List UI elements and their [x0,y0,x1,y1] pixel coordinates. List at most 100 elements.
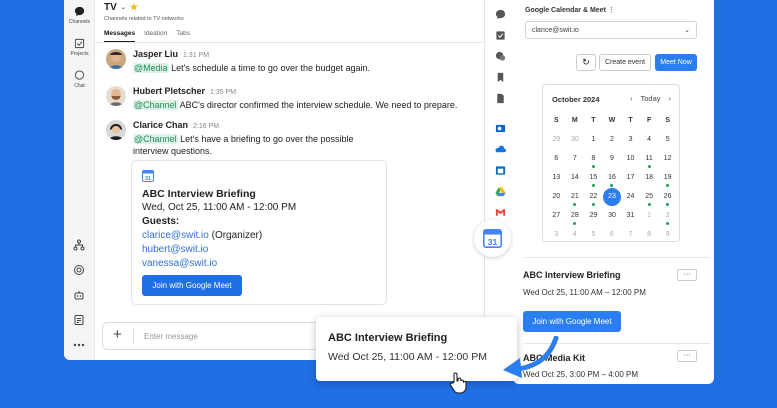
calendar-day[interactable]: 2 [658,208,677,227]
calendar-day[interactable]: 27 [547,208,566,227]
robot-icon[interactable] [73,289,85,301]
star-icon[interactable]: ★ [130,2,138,13]
calendar-day[interactable]: 6 [603,227,622,246]
rail-channels[interactable]: Channels [64,6,95,25]
avatar[interactable] [106,120,126,140]
event-title[interactable]: ABC Interview Briefing [523,270,621,280]
tab-ideation[interactable]: Ideation [144,30,167,42]
calendar-day[interactable]: 13 [547,170,566,189]
checkbox-icon[interactable] [495,30,506,41]
calendar-day[interactable]: 6 [547,151,566,170]
divider [95,42,516,43]
mention[interactable]: @Channel [133,100,178,110]
calendar-day[interactable]: 24 [621,189,640,208]
calendar-day[interactable]: 17 [621,170,640,189]
comments-icon[interactable] [495,51,506,62]
message-author[interactable]: Hubert Pletscher [133,86,205,96]
plus-icon[interactable]: + [113,326,122,343]
chevron-down-icon[interactable]: ⌄ [121,4,126,11]
channel-description: Channels related to TV networks [104,16,184,22]
rail-chat[interactable]: Chat [64,70,95,89]
calendar-day[interactable]: 2 [603,132,622,151]
calendar-day[interactable]: 18 [640,170,659,189]
chat-window: Channels Projects Chat TV ⌄ ★ Channels r… [64,0,516,360]
more-vertical-icon[interactable]: ⋮ [608,7,615,14]
target-icon[interactable] [73,264,85,276]
calendar-day[interactable]: 7 [566,151,585,170]
mini-calendar: October 2024 ‹ Today › S M T W T F S 29 30 1 2 3 4 5 6… [542,84,680,242]
calendar-day[interactable]: 15 [584,170,603,189]
avatar[interactable] [106,49,126,69]
mention[interactable]: @Channel [133,134,178,144]
create-event-button[interactable]: Create event [599,54,651,71]
message-author[interactable]: Jasper Liu [133,49,178,59]
join-meet-button[interactable]: Join with Google Meet [523,311,621,332]
calendar-day[interactable]: 9 [603,151,622,170]
mention[interactable]: @Media [133,63,169,73]
event-title: ABC Interview Briefing [142,188,256,200]
calendar-day[interactable]: 16 [603,170,622,189]
calendar-day[interactable]: 26 [658,189,677,208]
event-more-button[interactable]: ··· [677,269,697,281]
guest-link[interactable]: clarice@swit.io [142,230,209,241]
outlook-icon[interactable] [495,123,506,134]
calendar-day[interactable]: 9 [658,227,677,246]
calendar-day[interactable]: 21 [566,189,585,208]
calendar-day[interactable]: 1 [640,208,659,227]
document-icon[interactable] [495,93,506,104]
org-chart-icon[interactable] [73,239,85,251]
calendar-day[interactable]: 11 [640,151,659,170]
chevron-right-icon[interactable]: › [669,94,672,103]
calendar-day[interactable]: 29 [547,132,566,151]
today-button[interactable]: Today [640,94,660,103]
calendar-day[interactable]: 3 [621,132,640,151]
meet-now-button[interactable]: Meet Now [655,54,697,71]
avatar[interactable] [106,86,126,106]
guest-link[interactable]: hubert@swit.io [142,244,208,255]
calendar-day[interactable]: 10 [621,151,640,170]
calendar-day[interactable]: 4 [640,132,659,151]
gmail-icon[interactable] [495,207,506,218]
bookmark-icon[interactable] [495,72,506,83]
calendar-day[interactable]: 8 [584,151,603,170]
calendar-day[interactable]: 3 [547,227,566,246]
calendar-day[interactable]: 30 [603,208,622,227]
guest-link[interactable]: vanessa@swit.io [142,258,217,269]
calendar-day[interactable]: 25 [640,189,659,208]
message-author[interactable]: Clarice Chan [133,120,188,130]
calendar-day[interactable]: 4 [566,227,585,246]
calendar-day[interactable]: 14 [566,170,585,189]
tab-messages[interactable]: Messages [104,30,136,42]
account-select[interactable]: clarice@swit.io ⌄ [525,21,697,39]
calendar-day[interactable]: 1 [584,132,603,151]
calendar-day[interactable]: 23 [602,188,622,208]
calendar-day[interactable]: 20 [547,189,566,208]
onedrive-icon[interactable] [495,144,506,155]
calendar-day[interactable]: 19 [658,170,677,189]
calendar-day[interactable]: 22 [584,189,603,208]
event-more-button[interactable]: ··· [677,350,697,362]
chat-bubble-icon[interactable] [495,9,506,20]
google-calendar-launcher[interactable]: 31 [474,220,511,257]
tab-tabs[interactable]: Tabs [176,30,190,42]
calendar-day[interactable]: 5 [584,227,603,246]
rail-projects[interactable]: Projects [64,38,95,57]
notes-icon[interactable] [73,314,85,326]
join-meet-button[interactable]: Join with Google Meet [142,275,242,296]
message-input[interactable]: Enter message [144,332,198,341]
channel-title[interactable]: TV [104,2,117,13]
calendar-day[interactable]: 7 [621,227,640,246]
calendar-day[interactable]: 30 [566,132,585,151]
calendar-day[interactable]: 8 [640,227,659,246]
chevron-left-icon[interactable]: ‹ [630,94,633,103]
calendar-week: 27 28 29 30 31 1 2 [547,208,677,227]
calendar-day[interactable]: 28 [566,208,585,227]
refresh-button[interactable]: ↻ [576,54,596,71]
calendar-day[interactable]: 5 [658,132,677,151]
calendar-day[interactable]: 31 [621,208,640,227]
outlook-calendar-icon[interactable] [495,165,506,176]
calendar-day[interactable]: 12 [658,151,677,170]
google-drive-icon[interactable] [495,186,506,197]
more-icon[interactable] [73,339,85,351]
calendar-day[interactable]: 29 [584,208,603,227]
